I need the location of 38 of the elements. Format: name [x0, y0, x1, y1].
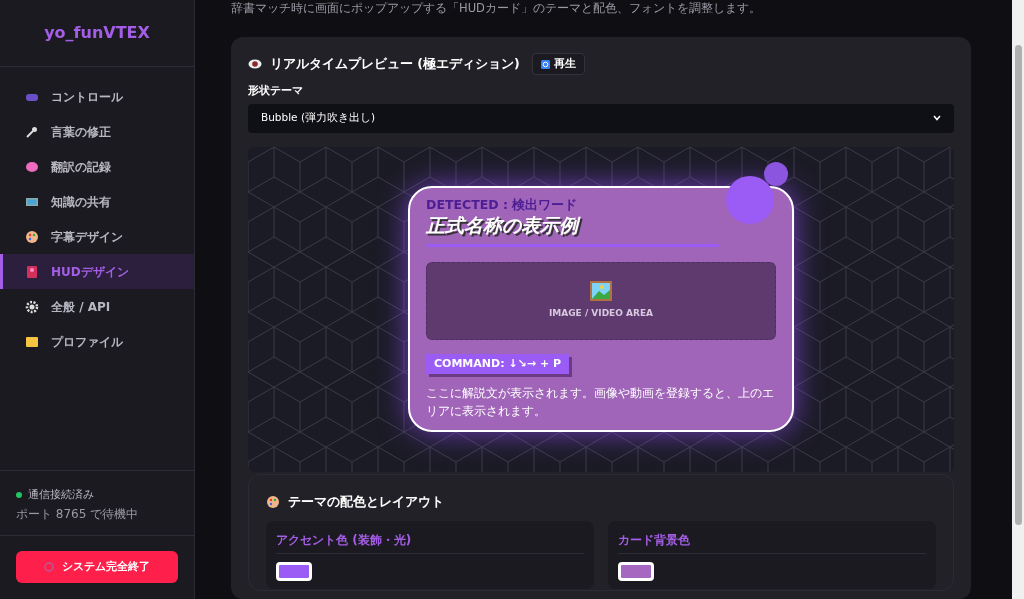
- detected-label: DETECTED : 検出ワード: [426, 198, 579, 211]
- app-logo: yo_funVTEX: [44, 22, 150, 44]
- sidebar-item[interactable]: HUDデザイン: [0, 254, 194, 289]
- sidebar-item[interactable]: プロファイル: [0, 324, 194, 359]
- replay-icon: [540, 59, 550, 69]
- sidebar-item[interactable]: 全般 / API: [0, 289, 194, 324]
- folder-icon: [25, 334, 39, 349]
- sidebar-item[interactable]: 言葉の修正: [0, 114, 194, 149]
- shutdown-button[interactable]: システム完全終了: [16, 551, 178, 583]
- shape-theme-label: 形状テーマ: [248, 83, 304, 99]
- media-label: IMAGE / VIDEO AREA: [548, 306, 654, 320]
- circle-icon: [44, 562, 54, 572]
- card-icon: [25, 264, 39, 279]
- wrench-icon: [25, 124, 39, 139]
- palette-icon: [266, 494, 280, 509]
- shape-theme-select[interactable]: Bubble (弾力吹き出し): [248, 103, 954, 133]
- sidebar-item[interactable]: 知識の共有: [0, 184, 194, 219]
- gear-icon: [25, 299, 39, 314]
- replay-button[interactable]: 再生: [531, 53, 585, 75]
- port-status: ポート 8765 で待機中: [16, 506, 140, 523]
- image-icon: [590, 280, 612, 301]
- palette-icon: [25, 229, 39, 244]
- color-label: アクセント色 (装飾・光): [276, 531, 584, 555]
- eye-icon: [248, 59, 262, 69]
- command-badge: COMMAND: ↓↘→ + P: [426, 353, 569, 374]
- card-description: ここに解説文が表示されます。画像や動画を登録すると、上のエリアに表示されます。: [426, 385, 775, 420]
- card-title: 正式名称の表示例: [426, 211, 776, 240]
- chevron-down-icon: [933, 115, 941, 121]
- preview-title: リアルタイムプレビュー (極エディション): [270, 54, 520, 73]
- theme-title: テーマの配色とレイアウト: [288, 492, 444, 511]
- color-label: カード背景色: [618, 531, 926, 555]
- sidebar-item[interactable]: 翻訳の記録: [0, 149, 194, 184]
- color-swatch[interactable]: [618, 562, 654, 582]
- sidebar-item[interactable]: コントロール: [0, 79, 194, 114]
- color-swatch[interactable]: [276, 562, 312, 582]
- page-description: 辞書マッチ時に画面にポップアップする「HUDカード」のテーマと配色、フォントを調整します。: [231, 0, 762, 17]
- sidebar-item[interactable]: 字幕デザイン: [0, 219, 194, 254]
- connection-status: 通信接続済み: [28, 486, 94, 503]
